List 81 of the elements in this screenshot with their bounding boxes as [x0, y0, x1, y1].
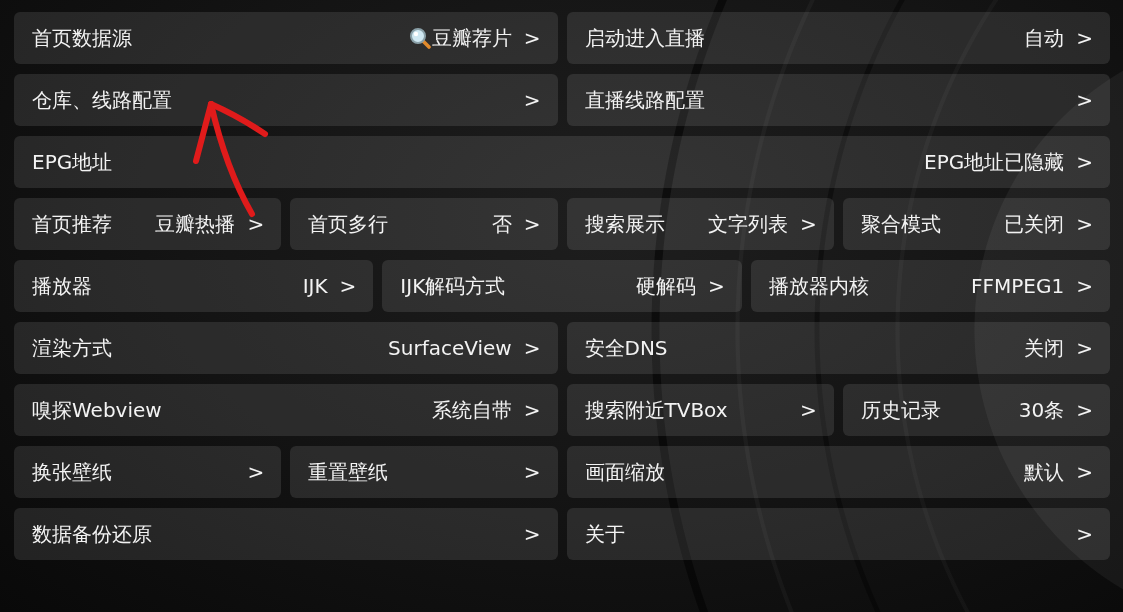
chevron: >: [523, 336, 541, 360]
setting-value: 文字列表: [708, 212, 788, 236]
settings-item[interactable]: 聚合模式 已关闭 >: [842, 198, 1110, 250]
chevron: >: [523, 88, 541, 112]
setting-label: 安全DNS: [584, 336, 668, 360]
chevron: >: [1076, 460, 1093, 484]
setting-label: 首页推荐: [32, 212, 112, 236]
setting-value: 已关闭: [1004, 212, 1065, 236]
setting-value: 关闭: [1024, 336, 1065, 360]
setting-label: 重置壁纸: [308, 460, 389, 484]
chevron: >: [1076, 150, 1093, 174]
setting-value: 系统自带: [431, 398, 512, 422]
settings-item[interactable]: 播放器 IJK >: [14, 260, 374, 312]
setting-label: 搜索附近TVBox: [584, 398, 728, 422]
chevron: >: [1076, 212, 1093, 236]
settings-item[interactable]: EPG地址 EPG地址已隐藏 >: [14, 136, 1110, 188]
chevron: >: [707, 274, 725, 298]
setting-value: EPG地址已隐藏: [924, 150, 1065, 174]
settings-item[interactable]: 首页数据源 豆瓣荐片 >: [14, 12, 558, 64]
setting-label: 嗅探Webview: [32, 398, 162, 422]
setting-label: 关于: [584, 522, 625, 546]
setting-label: 直播线路配置: [584, 88, 705, 112]
settings-item[interactable]: 渲染方式 SurfaceView >: [14, 322, 558, 374]
setting-label: 渲染方式: [32, 336, 112, 360]
setting-value: 自动: [1024, 26, 1065, 50]
setting-label: 首页多行: [308, 212, 389, 236]
chevron: >: [1076, 88, 1093, 112]
setting-label: 播放器内核: [768, 274, 869, 298]
settings-item[interactable]: 画面缩放 默认 >: [566, 446, 1110, 498]
settings-item[interactable]: 仓库、线路配置 >: [14, 74, 558, 126]
settings-item[interactable]: 启动进入直播 自动 >: [566, 12, 1110, 64]
setting-value: SurfaceView: [388, 336, 512, 360]
settings-item[interactable]: 换张壁纸 >: [14, 446, 282, 498]
chevron: >: [1076, 398, 1093, 422]
setting-label: EPG地址: [32, 150, 113, 174]
settings-item[interactable]: 重置壁纸 >: [290, 446, 558, 498]
chevron: >: [523, 460, 541, 484]
chevron: >: [523, 26, 541, 50]
setting-value: 30条: [1018, 398, 1065, 422]
setting-label: 首页数据源: [32, 26, 132, 50]
setting-label: 搜索展示: [584, 212, 665, 236]
setting-label: 换张壁纸: [32, 460, 112, 484]
chevron: >: [523, 522, 541, 546]
setting-label: 聚合模式: [860, 212, 941, 236]
settings-item[interactable]: 安全DNS 关闭 >: [566, 322, 1110, 374]
settings-item[interactable]: 搜索展示 文字列表 >: [566, 198, 834, 250]
settings-item[interactable]: 搜索附近TVBox >: [566, 384, 834, 436]
setting-value: 默认: [1024, 460, 1065, 484]
setting-value: 否: [491, 212, 512, 236]
chevron: >: [1076, 336, 1093, 360]
setting-label: IJK解码方式: [400, 274, 506, 298]
settings-item[interactable]: 首页推荐 豆瓣热播 >: [14, 198, 282, 250]
chevron: >: [800, 398, 817, 422]
setting-label: 播放器: [32, 274, 92, 298]
setting-label: 启动进入直播: [584, 26, 705, 50]
chevron: >: [1076, 522, 1093, 546]
chevron: >: [523, 212, 541, 236]
setting-label: 历史记录: [860, 398, 941, 422]
settings-item[interactable]: 数据备份还原 >: [14, 508, 558, 560]
chevron: >: [1076, 26, 1093, 50]
settings-item[interactable]: 关于 >: [566, 508, 1110, 560]
chevron: >: [247, 212, 265, 236]
settings-item[interactable]: 直播线路配置 >: [566, 74, 1110, 126]
setting-value: 硬解码: [635, 274, 696, 298]
setting-label: 数据备份还原: [32, 522, 152, 546]
chevron: >: [247, 460, 265, 484]
setting-value: 豆瓣热播: [155, 212, 236, 236]
settings-item[interactable]: 首页多行 否 >: [290, 198, 558, 250]
chevron: >: [339, 274, 357, 298]
setting-value: 豆瓣荐片: [431, 26, 512, 50]
settings-item[interactable]: 嗅探Webview 系统自带 >: [14, 384, 558, 436]
chevron: >: [1076, 274, 1093, 298]
setting-value: FFMPEG1: [971, 274, 1065, 298]
settings-item[interactable]: IJK解码方式 硬解码 >: [382, 260, 742, 312]
settings-item[interactable]: 历史记录 30条 >: [842, 384, 1110, 436]
settings-item[interactable]: 播放器内核 FFMPEG1 >: [750, 260, 1110, 312]
setting-value: IJK: [302, 274, 328, 298]
chevron: >: [523, 398, 541, 422]
setting-label: 仓库、线路配置: [32, 88, 172, 112]
chevron: >: [800, 212, 817, 236]
setting-label: 画面缩放: [584, 460, 665, 484]
